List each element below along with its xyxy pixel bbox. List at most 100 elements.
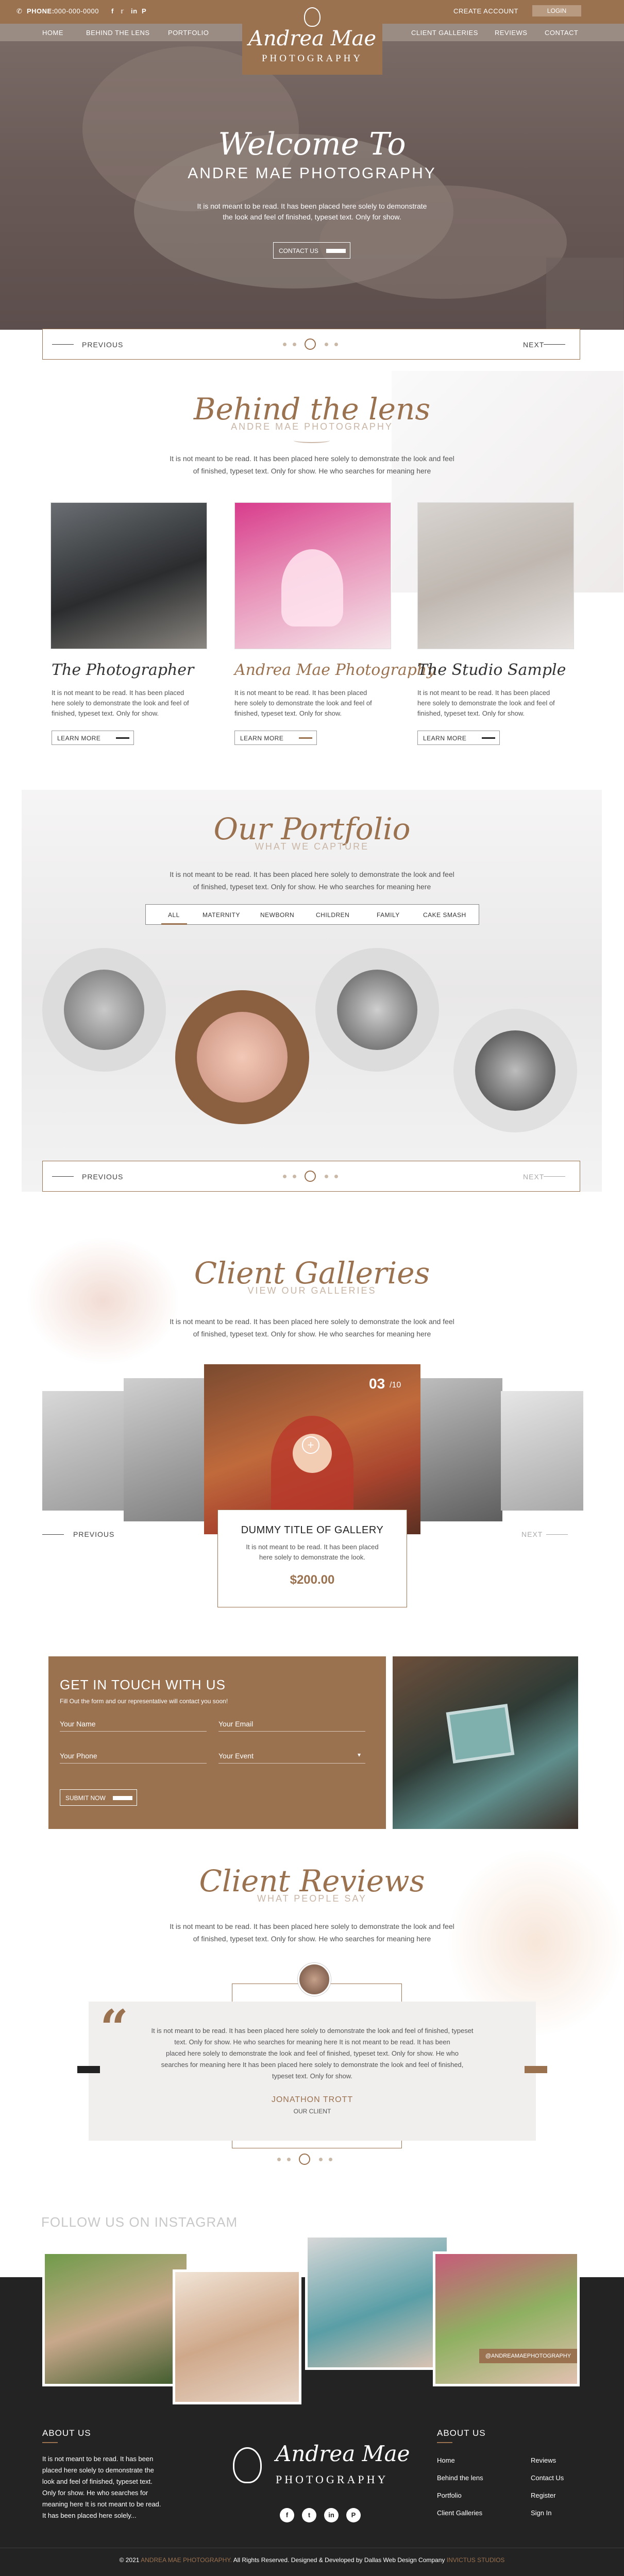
twitter-icon[interactable]: t [302,2508,316,2522]
review-next-arrow[interactable] [525,2066,547,2073]
arrow-right-icon[interactable] [544,344,565,345]
slider-dot[interactable] [293,342,296,346]
facebook-icon[interactable]: f [280,2508,294,2522]
linkedin-icon[interactable]: in [131,7,138,15]
slider-dot-active[interactable] [305,338,316,350]
instagram-photo[interactable] [305,2235,449,2370]
footer-link-behind-lens[interactable]: Behind the lens [437,2474,483,2482]
slider-dot[interactable] [334,342,338,346]
sample-photo[interactable] [417,502,574,649]
arrow-left-icon[interactable] [52,1176,74,1177]
slider-dot[interactable] [324,342,328,346]
nav-contact[interactable]: CONTACT [545,29,578,37]
nav-behind-the-lens[interactable]: BEHIND THE LENS [86,29,150,37]
footer-link-home[interactable]: Home [437,2456,455,2464]
linkedin-icon[interactable]: in [324,2508,339,2522]
copyright-brand[interactable]: ANDREA MAE PHOTOGRAPHY. [141,2556,232,2564]
nav-portfolio[interactable]: PORTFOLIO [168,29,209,37]
slider-dot[interactable] [277,2157,281,2161]
galleries-previous-button[interactable]: PREVIOUS [73,1530,114,1538]
slider-dot[interactable] [283,342,286,346]
slider-dot[interactable] [293,1174,296,1178]
review-prev-arrow[interactable] [77,2066,100,2073]
portfolio-frame-3[interactable] [315,948,439,1072]
twitter-icon[interactable]: 𝕣 [121,7,124,15]
footer-link-contact[interactable]: Contact Us [531,2474,564,2482]
reviewer-role: OUR CLIENT [293,2108,331,2115]
tab-family[interactable]: FAMILY [377,911,400,919]
arrow-right-icon[interactable] [544,1176,565,1177]
pinterest-icon[interactable]: P [142,7,146,15]
gallery-thumb[interactable] [501,1391,583,1511]
email-field[interactable] [218,1716,365,1732]
nav-client-galleries[interactable]: CLIENT GALLERIES [411,29,478,37]
instagram-handle[interactable]: @ANDREAMAEPHOTOGRAPHY [479,2349,577,2363]
nav-home[interactable]: HOME [42,29,63,37]
footer-link-client-galleries[interactable]: Client Galleries [437,2509,482,2517]
tab-cake-smash[interactable]: CAKE SMASH [423,911,466,919]
chevron-down-icon[interactable]: ▾ [358,1751,361,1758]
copyright-studio[interactable]: INVICTUS STUDIOS [447,2556,505,2564]
pinterest-icon[interactable]: P [346,2508,361,2522]
portfolio-frame-1[interactable] [42,948,166,1072]
hero-section [0,41,624,330]
gallery-thumb[interactable] [124,1378,206,1521]
slider-dot-active[interactable] [299,2154,311,2165]
slider-dot[interactable] [328,2157,332,2161]
arrow-left-icon[interactable] [42,1534,64,1535]
review-dots[interactable] [274,2154,335,2165]
nav-reviews[interactable]: REVIEWS [495,29,527,37]
zoom-icon[interactable]: + [302,1436,319,1454]
slider-dots[interactable] [280,1171,341,1182]
login-button[interactable]: LOGIN [532,5,581,16]
slider-dot[interactable] [283,1174,286,1178]
previous-button[interactable]: PREVIOUS [82,1173,123,1181]
instagram-photo[interactable]: @ANDREAMAEPHOTOGRAPHY [433,2251,580,2386]
facebook-icon[interactable]: f [111,7,114,15]
tab-newborn[interactable]: NEWBORN [260,911,294,919]
card-text-3b: here solely to demonstrate the look and … [417,699,555,707]
previous-button[interactable]: PREVIOUS [82,341,123,349]
event-select[interactable] [218,1748,365,1764]
tab-all[interactable]: ALL [168,911,180,919]
slider-dot[interactable] [334,1174,338,1178]
gallery-thumb[interactable] [420,1378,502,1521]
copyright-year: © 2021 [119,2556,140,2564]
next-button[interactable]: NEXT [523,1173,544,1181]
contact-us-button[interactable]: CONTACT US [273,242,350,259]
slider-dot[interactable] [324,1174,328,1178]
learn-more-button-3[interactable]: LEARN MORE [417,731,500,745]
footer-link-sign-in[interactable]: Sign In [531,2509,551,2517]
site-logo[interactable]: Andrea Mae PHOTOGRAPHY [242,0,382,75]
footer-logo-script[interactable]: Andrea Mae [276,2441,410,2466]
galleries-next-button[interactable]: NEXT [521,1530,543,1538]
slider-dot[interactable] [287,2157,291,2161]
portfolio-frame-4[interactable] [453,1009,577,1132]
phone-field[interactable] [60,1748,207,1764]
slider-dots[interactable] [280,338,341,350]
footer-link-register[interactable]: Register [531,2492,555,2499]
footer-link-reviews[interactable]: Reviews [531,2456,556,2464]
phone-number[interactable]: 000-000-0000 [54,7,99,15]
photographer-photo[interactable] [50,502,207,649]
submit-button[interactable]: SUBMIT NOW [60,1789,137,1806]
portfolio-frame-2[interactable] [175,990,309,1124]
gallery-thumb[interactable] [42,1391,125,1511]
instagram-photo[interactable] [173,2269,301,2404]
arrow-left-icon[interactable] [52,344,74,345]
slider-dot-active[interactable] [305,1171,316,1182]
tab-maternity[interactable]: MATERNITY [203,911,240,919]
learn-more-label: LEARN MORE [57,735,101,742]
learn-more-button-1[interactable]: LEARN MORE [52,731,134,745]
arrow-right-icon[interactable] [546,1534,568,1535]
tab-children[interactable]: CHILDREN [316,911,349,919]
footer-link-portfolio[interactable]: Portfolio [437,2492,462,2499]
slider-dot[interactable] [318,2157,323,2161]
next-button[interactable]: NEXT [523,341,544,349]
instagram-photo[interactable] [42,2251,189,2386]
create-account-link[interactable]: CREATE ACCOUNT [453,7,518,15]
studio-photo[interactable] [234,502,391,649]
name-field[interactable] [60,1716,207,1732]
gallery-featured-photo[interactable]: 03 /10 + [204,1364,420,1534]
learn-more-button-2[interactable]: LEARN MORE [234,731,317,745]
